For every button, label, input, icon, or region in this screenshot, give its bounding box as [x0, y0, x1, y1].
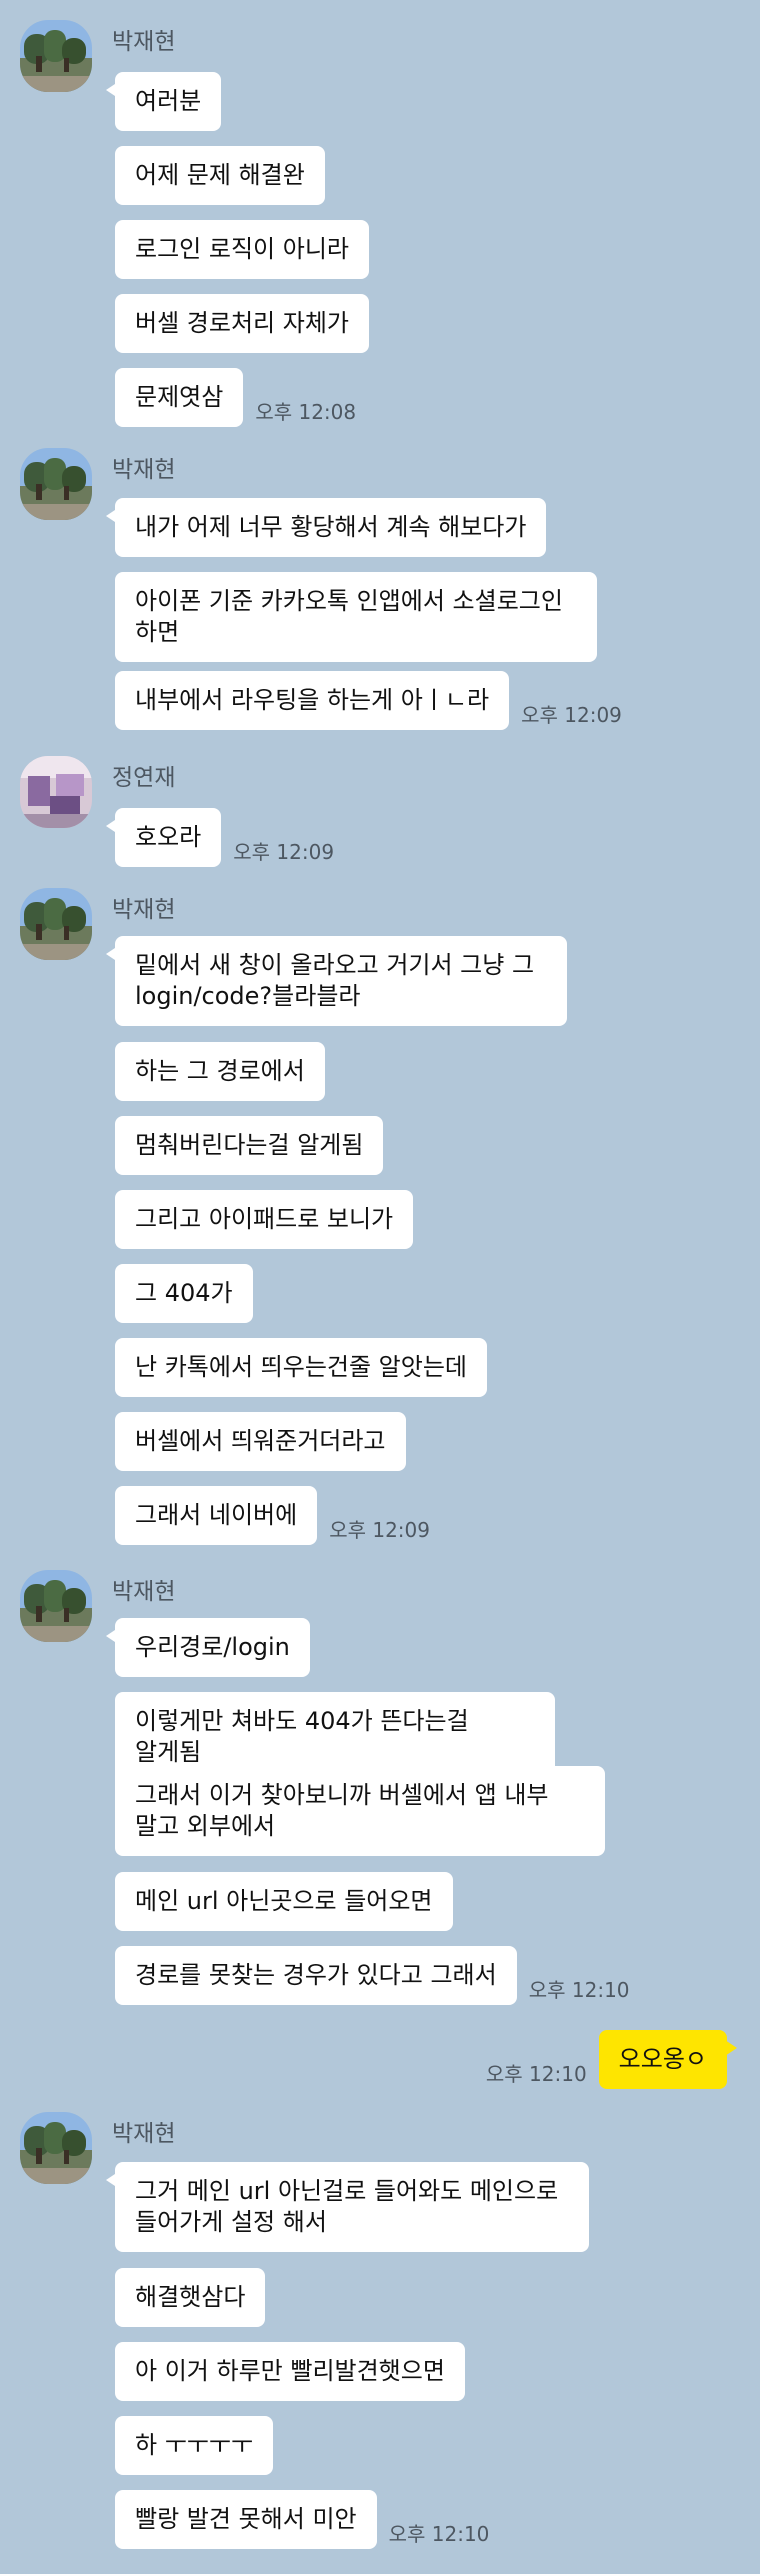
- message-group: 정연재 호오라오후 12:09: [0, 756, 760, 876]
- avatar[interactable]: [20, 2112, 92, 2184]
- sender-name: 박재현: [112, 457, 176, 483]
- message-bubble[interactable]: 내가 어제 너무 황당해서 계속 해보다가: [105, 498, 547, 557]
- sender-name: 박재현: [112, 897, 176, 923]
- message-time: 오후 12:09: [521, 703, 622, 727]
- message-bubble[interactable]: 호오라: [105, 808, 222, 867]
- sender-name: 박재현: [112, 2121, 176, 2147]
- message-bubble[interactable]: 빨랑 발견 못해서 미안: [115, 2490, 377, 2549]
- message-bubble[interactable]: 밑에서 새 창이 올라오고 거기서 그냥 그 login/code?블라블라: [106, 936, 567, 1026]
- message-bubble[interactable]: 내부에서 라우팅을 하는게 아ㅣㄴ라: [115, 671, 510, 730]
- my-message-bubble[interactable]: 오오옹ㅇ: [598, 2030, 738, 2089]
- message-bubble[interactable]: 로그인 로직이 아니라: [115, 220, 369, 279]
- sender-name: 정연재: [112, 765, 176, 791]
- message-time: 오후 12:10: [485, 2062, 587, 2086]
- message-time: 오후 12:09: [233, 840, 335, 864]
- message-bubble[interactable]: 버셀에서 띄워준거더라고: [115, 1412, 406, 1471]
- message-bubble[interactable]: 어제 문제 해결완: [115, 146, 325, 205]
- sender-name: 박재현: [112, 29, 176, 55]
- message-bubble[interactable]: 그래서 네이버에: [115, 1486, 318, 1545]
- message-bubble[interactable]: 해결햇삼다: [115, 2268, 266, 2327]
- message-bubble[interactable]: 우리경로/login: [106, 1618, 310, 1677]
- message-bubble[interactable]: 하 ㅜㅜㅜㅜ: [115, 2416, 274, 2475]
- message-bubble[interactable]: 난 카톡에서 띄우는건줄 알앗는데: [115, 1338, 488, 1397]
- message-time: 오후 12:10: [528, 1978, 630, 2002]
- avatar[interactable]: [20, 448, 92, 520]
- avatar[interactable]: [20, 888, 92, 960]
- message-bubble[interactable]: 아 이거 하루만 빨리발견햇으면: [115, 2342, 465, 2401]
- message-bubble[interactable]: 문제엿삼: [115, 368, 244, 427]
- message-group: 박재현 내가 어제 너무 황당해서 계속 해보다가 아이폰 기준 카카오톡 인앱…: [0, 448, 760, 738]
- message-time: 오후 12:09: [329, 1518, 430, 1542]
- message-bubble[interactable]: 하는 그 경로에서: [115, 1042, 325, 1101]
- avatar[interactable]: [20, 1570, 92, 1642]
- message-bubble[interactable]: 버셀 경로처리 자체가: [115, 294, 369, 353]
- avatar[interactable]: [20, 20, 92, 92]
- message-bubble[interactable]: 그 404가: [115, 1264, 253, 1323]
- message-bubble[interactable]: 멈춰버린다는걸 알게됨: [115, 1116, 384, 1175]
- avatar[interactable]: [20, 756, 92, 828]
- message-group: 박재현 여러분 어제 문제 해결완 로그인 로직이 아니라 버셀 경로처리 자체…: [0, 20, 760, 430]
- message-group: 박재현 그거 메인 url 아닌걸로 들어와도 메인으로 들어가게 설정 해서 …: [0, 2112, 760, 2572]
- message-bubble[interactable]: 메인 url 아닌곳으로 들어오면: [115, 1872, 453, 1931]
- message-time: 오후 12:08: [255, 400, 357, 424]
- my-message-row: 오후 12:10 오오옹ㅇ: [485, 2030, 738, 2089]
- message-bubble[interactable]: 그리고 아이패드로 보니가: [115, 1190, 414, 1249]
- sender-name: 박재현: [112, 1579, 176, 1605]
- message-bubble[interactable]: 경로를 못찾는 경우가 있다고 그래서: [115, 1946, 517, 2005]
- message-bubble[interactable]: 여러분: [105, 72, 222, 131]
- chat-room: 박재현 여러분 어제 문제 해결완 로그인 로직이 아니라 버셀 경로처리 자체…: [0, 0, 760, 2574]
- message-bubble[interactable]: 아이폰 기준 카카오톡 인앱에서 소셜로그인 하면: [115, 572, 597, 662]
- message-time: 오후 12:10: [388, 2522, 490, 2546]
- message-group: 박재현 밑에서 새 창이 올라오고 거기서 그냥 그 login/code?블라…: [0, 888, 760, 1548]
- message-bubble[interactable]: 그거 메인 url 아닌걸로 들어와도 메인으로 들어가게 설정 해서: [106, 2162, 589, 2252]
- message-group: 박재현 우리경로/login 이렇게만 쳐바도 404가 뜬다는걸 알게됨 그래…: [0, 1570, 760, 2020]
- message-bubble[interactable]: 그래서 이거 찾아보니까 버셀에서 앱 내부 말고 외부에서: [115, 1766, 605, 1856]
